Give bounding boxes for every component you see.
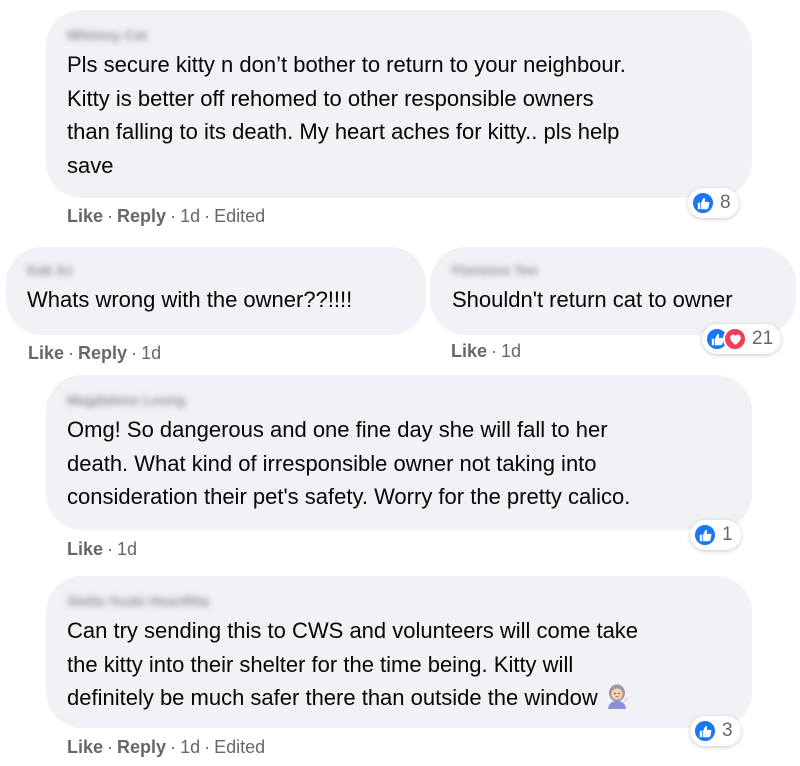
reaction-count: 8 — [720, 192, 731, 213]
comment-text-line: Whats wrong with the owner??!!!! — [27, 287, 353, 312]
comment-text-line: definitely be much safer there than outs… — [67, 681, 732, 719]
edited-label[interactable]: Edited — [214, 206, 265, 226]
comment-text-line: the kitty into their shelter for the tim… — [67, 651, 574, 677]
comments-thread: Whimsy Cat Pls secure kitty n don’t both… — [0, 0, 800, 766]
like-button[interactable]: Like — [451, 341, 487, 361]
like-button[interactable]: Like — [67, 737, 103, 757]
timestamp-link[interactable]: 1d — [180, 737, 200, 757]
comment-text-fragment: definitely be much safer there than outs… — [67, 685, 598, 710]
separator: · — [68, 343, 75, 363]
comment-bubble: Magdalene Leong Omg! So dangerous and on… — [46, 375, 752, 530]
separator: · — [107, 206, 114, 226]
reply-button[interactable]: Reply — [117, 206, 166, 226]
comment-bubble: Stella Yuuki Heartfilia Can try sending … — [46, 576, 752, 728]
separator: · — [170, 737, 177, 757]
timestamp-link[interactable]: 1d — [141, 343, 161, 363]
reply-button[interactable]: Reply — [78, 343, 127, 363]
comment-author[interactable]: Florence Teo — [452, 261, 778, 279]
reply-button[interactable]: Reply — [117, 737, 166, 757]
comment-author[interactable]: Stella Yuuki Heartfilia — [67, 592, 732, 610]
reaction-summary[interactable]: 3 — [690, 716, 741, 746]
separator: · — [204, 206, 211, 226]
timestamp-link[interactable]: 1d — [501, 341, 521, 361]
comment-text-line: save — [67, 152, 114, 178]
comment-actions: Like · Reply · 1d — [28, 343, 161, 364]
separator: · — [107, 737, 114, 757]
comment-text-line: Shouldn't return cat to owner — [452, 287, 733, 312]
comment-text-line: consideration their pet's safety. Worry … — [67, 484, 631, 509]
comment-actions: Like · 1d — [451, 341, 521, 362]
like-reaction-icon — [693, 719, 717, 743]
like-button[interactable]: Like — [67, 539, 103, 559]
like-reaction-icon — [693, 523, 717, 547]
like-reaction-icon — [691, 191, 715, 215]
love-reaction-icon — [723, 327, 747, 351]
reaction-summary[interactable]: 1 — [690, 520, 741, 550]
separator: · — [491, 341, 498, 361]
timestamp-link[interactable]: 1d — [180, 206, 200, 226]
woman-tipping-hand-emoji — [604, 683, 630, 719]
comment-text-line: than falling to its death. My heart ache… — [67, 119, 620, 144]
separator: · — [131, 343, 138, 363]
reaction-count: 1 — [722, 524, 733, 545]
comment-text-line: Pls secure kitty n don’t bother to retur… — [67, 52, 626, 77]
like-button[interactable]: Like — [28, 343, 64, 363]
separator: · — [170, 206, 177, 226]
comment-author[interactable]: Whimsy Cat — [67, 26, 732, 44]
timestamp-link[interactable]: 1d — [117, 539, 137, 559]
separator: · — [204, 737, 211, 757]
like-button[interactable]: Like — [67, 206, 103, 226]
comment-actions: Like · Reply · 1d · Edited — [67, 206, 265, 227]
comment-text-line: Can try sending this to CWS and voluntee… — [67, 618, 639, 643]
comment-actions: Like · 1d — [67, 539, 137, 560]
reaction-summary[interactable]: 21 — [702, 324, 782, 354]
comment-bubble: Florence Teo Shouldn't return cat to own… — [430, 247, 796, 335]
comment-author[interactable]: Kak Az — [27, 261, 406, 279]
comment-text-line: Kitty is better off rehomed to other res… — [67, 85, 594, 111]
reaction-summary[interactable]: 8 — [688, 188, 739, 218]
reaction-count: 21 — [752, 328, 774, 349]
edited-label[interactable]: Edited — [214, 737, 265, 757]
comment-bubble: Whimsy Cat Pls secure kitty n don’t both… — [46, 10, 752, 198]
comment-author[interactable]: Magdalene Leong — [67, 391, 732, 409]
comment-bubble: Kak Az Whats wrong with the owner??!!!! — [6, 247, 426, 335]
comment-text-line: death. What kind of irresponsible owner … — [67, 450, 597, 476]
comment-text-line: Omg! So dangerous and one fine day she w… — [67, 417, 608, 442]
comment-actions: Like · Reply · 1d · Edited — [67, 737, 265, 758]
separator: · — [107, 539, 114, 559]
reaction-count: 3 — [722, 720, 733, 741]
